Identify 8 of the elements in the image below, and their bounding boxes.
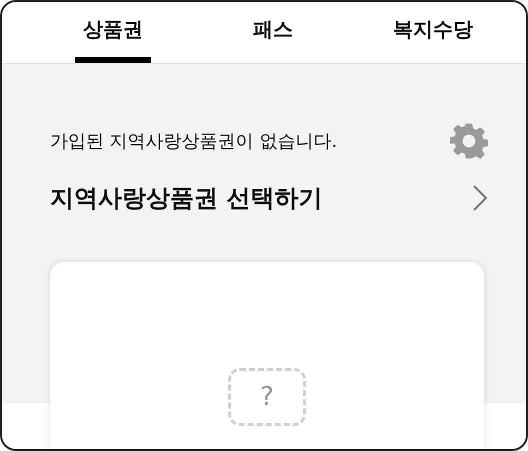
tab[interactable]: 상품권 xyxy=(33,2,193,63)
select-voucher-link[interactable]: 지역사랑상품권 선택하기 xyxy=(50,182,488,214)
chevron-right-icon xyxy=(472,184,488,212)
question-mark: ? xyxy=(260,382,274,412)
settings-icon[interactable] xyxy=(450,122,488,160)
tab[interactable]: 패스 xyxy=(193,2,353,63)
notice-text: 가입된 지역사랑상품권이 없습니다. xyxy=(50,130,338,153)
tab[interactable]: 복지수당 xyxy=(353,2,513,63)
